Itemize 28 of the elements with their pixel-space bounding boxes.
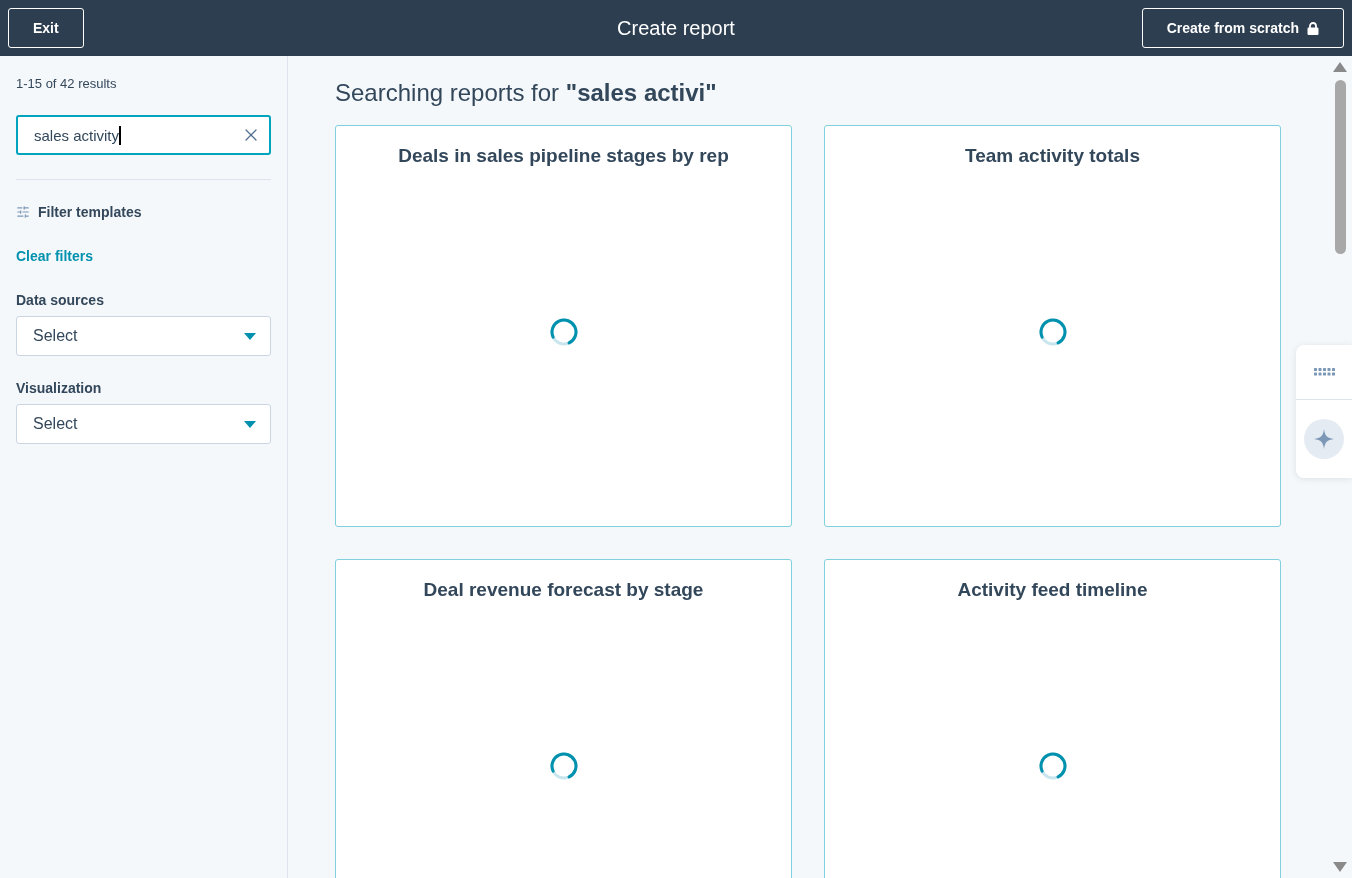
exit-button[interactable]: Exit — [8, 8, 84, 48]
report-template-card[interactable]: Deals in sales pipeline stages by rep — [335, 125, 792, 527]
filter-dropdown[interactable]: Select — [16, 404, 271, 444]
dropdown-caret-icon — [244, 332, 256, 340]
report-title: Team activity totals — [965, 144, 1140, 168]
sliders-icon — [16, 205, 30, 219]
scrollbar-thumb[interactable] — [1334, 80, 1346, 254]
sparkle-icon — [1304, 418, 1344, 459]
dot-grid-icon — [1313, 368, 1335, 376]
scroll-down-arrow-icon[interactable] — [1333, 862, 1347, 872]
create-from-scratch-button[interactable]: Create from scratch — [1141, 8, 1344, 48]
report-title: Deal revenue forecast by stage — [423, 578, 704, 602]
filter-templates-heading: Filter templates — [38, 204, 142, 220]
report-title: Activity feed timeline — [957, 578, 1148, 602]
text-cursor-icon — [119, 125, 122, 145]
report-title: Deals in sales pipeline stages by rep — [398, 144, 729, 168]
filter-dropdown[interactable]: Select — [16, 316, 271, 356]
scroll-up-arrow-icon[interactable] — [1333, 62, 1347, 72]
filter-label: Data sources — [16, 292, 105, 308]
dropdown-caret-icon — [244, 420, 256, 428]
report-template-card[interactable]: Deal revenue forecast by stage — [335, 559, 792, 878]
search-field[interactable]: sales activity — [16, 115, 271, 155]
report-template-card[interactable]: Activity feed timeline — [824, 559, 1281, 878]
results-count: 1-15 of 42 results — [16, 76, 118, 91]
filter-label: Visualization — [16, 380, 103, 396]
page-title: Create report — [617, 16, 735, 40]
search-results-heading: Searching reports for "sales activi" — [335, 78, 718, 108]
report-template-card[interactable]: Team activity totals — [824, 125, 1281, 527]
